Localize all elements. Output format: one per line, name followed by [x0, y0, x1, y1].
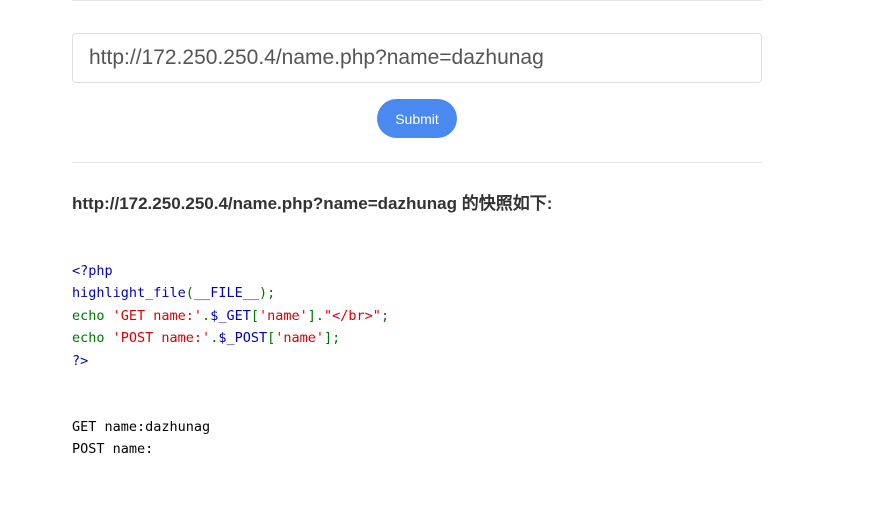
code-token: [: [250, 307, 259, 324]
code-token: .: [315, 307, 325, 324]
section-divider: [72, 162, 762, 163]
code-token: ];: [324, 330, 341, 347]
code-line-4: echo 'POST name:'.$_POST['name'];: [72, 327, 389, 349]
code-token: highlight_file: [72, 285, 186, 302]
code-token: echo: [72, 307, 113, 324]
code-token: $_GET: [210, 307, 251, 324]
code-token: ?>: [72, 352, 89, 369]
code-token: ]: [307, 307, 316, 324]
code-token: <?php: [72, 263, 113, 279]
page: Submit http://172.250.250.4/name.php?nam…: [0, 0, 890, 519]
top-divider: [72, 0, 762, 1]
source-code-block: <?php highlight_file(__FILE__); echo 'GET …: [72, 260, 389, 372]
submit-button[interactable]: Submit: [377, 99, 457, 138]
code-token: "</br>": [324, 307, 381, 324]
code-token: 'POST name:': [112, 330, 211, 347]
code-token: 'name': [275, 330, 325, 347]
code-token: echo: [72, 330, 113, 347]
code-line-5: ?>: [72, 350, 389, 372]
output-post-line: POST name:: [72, 441, 154, 458]
page-output: GET name:dazhunag POST name:: [72, 416, 210, 461]
output-get-line: GET name:dazhunag: [72, 419, 211, 435]
code-token: __FILE__: [193, 285, 259, 302]
code-token: 'GET name:': [112, 307, 203, 324]
code-line-2: highlight_file(__FILE__);: [72, 282, 389, 304]
code-token: 'name': [258, 307, 308, 324]
code-token: $_POST: [218, 330, 268, 347]
code-line-3: echo 'GET name:'.$_GET['name']."</br>";: [72, 305, 389, 327]
code-line-1: <?php: [72, 260, 389, 282]
code-token: (: [185, 285, 194, 302]
code-token: );: [258, 285, 276, 302]
code-token: ;: [380, 307, 390, 324]
snapshot-heading: http://172.250.250.4/name.php?name=dazhu…: [72, 194, 553, 213]
url-input[interactable]: [72, 33, 762, 83]
code-token: .: [202, 307, 211, 324]
